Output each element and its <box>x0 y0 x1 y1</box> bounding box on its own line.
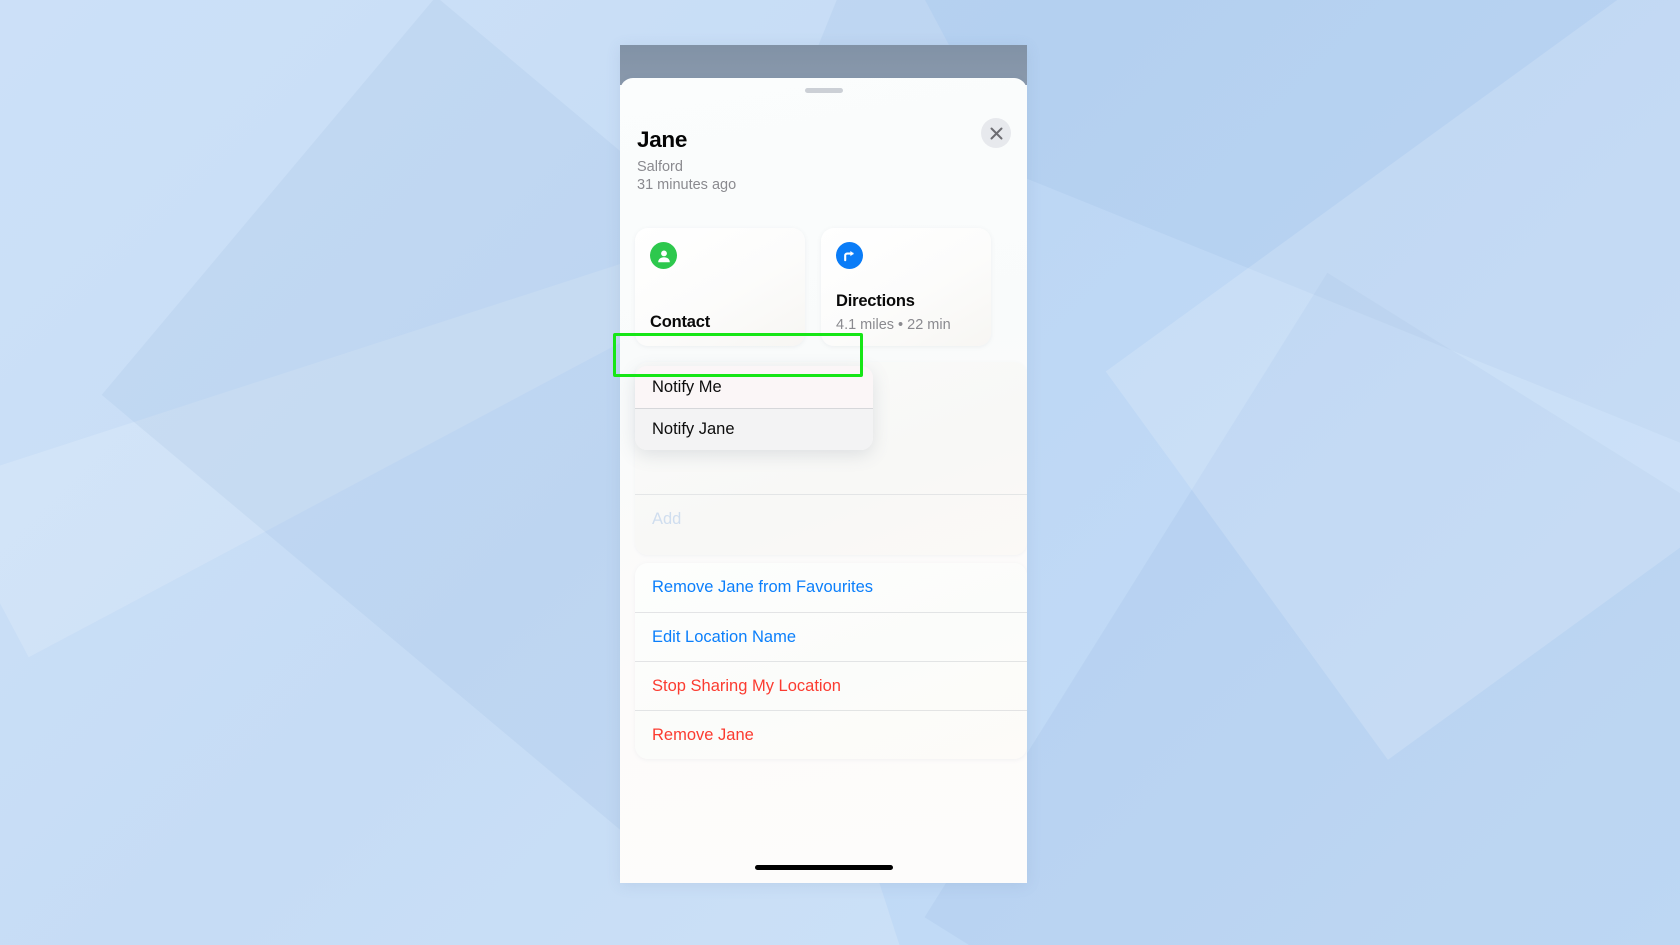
person-location: Salford <box>637 158 683 175</box>
add-button[interactable]: Add <box>652 510 681 529</box>
menu-item-notify-jane[interactable]: Notify Jane <box>635 408 873 450</box>
detail-sheet: Jane Salford 31 minutes ago Contact Dire… <box>620 78 1027 883</box>
action-remove-jane[interactable]: Remove Jane <box>635 710 1027 759</box>
notify-popup-menu: Notify Me Notify Jane <box>635 366 873 450</box>
action-list: Remove Jane from Favourites Edit Locatio… <box>635 563 1027 759</box>
action-stop-sharing-my-location[interactable]: Stop Sharing My Location <box>635 661 1027 710</box>
directions-arrow-icon <box>836 242 863 269</box>
close-icon <box>990 127 1003 140</box>
home-indicator <box>754 865 893 870</box>
sheet-drag-handle[interactable] <box>804 88 843 93</box>
contact-card-title: Contact <box>650 313 711 331</box>
action-edit-location-name[interactable]: Edit Location Name <box>635 612 1027 661</box>
directions-card-title: Directions <box>836 292 915 310</box>
directions-card-subtitle: 4.1 miles • 22 min <box>836 317 951 333</box>
close-button[interactable] <box>981 118 1011 148</box>
person-circle-icon <box>650 242 677 269</box>
quick-action-cards: Contact Directions 4.1 miles • 22 min <box>635 228 1027 346</box>
menu-item-notify-me[interactable]: Notify Me <box>635 366 873 408</box>
directions-card[interactable]: Directions 4.1 miles • 22 min <box>821 228 991 346</box>
person-timestamp: 31 minutes ago <box>637 177 737 194</box>
phone-screenshot: Jane Salford 31 minutes ago Contact Dire… <box>620 45 1027 883</box>
action-remove-from-favourites[interactable]: Remove Jane from Favourites <box>635 563 1027 612</box>
contact-card[interactable]: Contact <box>635 228 805 346</box>
sheet-header: Jane Salford 31 minutes ago <box>637 128 977 195</box>
page-title: Jane <box>637 127 688 152</box>
section-divider <box>635 494 1027 495</box>
